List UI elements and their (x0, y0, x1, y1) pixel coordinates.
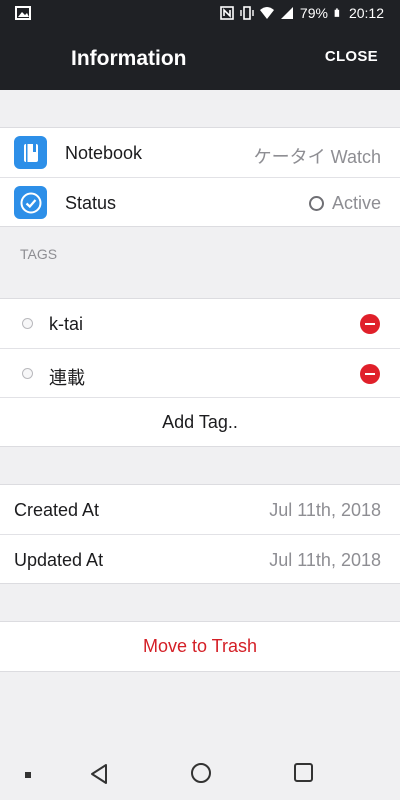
radio-icon (308, 196, 324, 211)
created-at-row: Created At Jul 11th, 2018 (0, 485, 400, 534)
trash-group: Move to Trash (0, 621, 400, 672)
app-bar: Information CLOSE (0, 28, 400, 90)
clock: 20:12 (348, 5, 384, 21)
status-row[interactable]: Status Active (0, 177, 400, 226)
info-group: Notebook ケータイ Watch Status Active (0, 127, 400, 227)
updated-at-value: Jul 11th, 2018 (269, 550, 381, 570)
status-label: Status (65, 193, 117, 213)
notebook-label: Notebook (65, 143, 143, 163)
battery-icon (334, 8, 340, 17)
tags-header: TAGS (20, 246, 58, 262)
page-title: Information (71, 47, 187, 70)
bullet-icon (22, 368, 33, 379)
move-to-trash-button[interactable]: Move to Trash (0, 622, 400, 671)
dates-group: Created At Jul 11th, 2018 Updated At Jul… (0, 484, 400, 584)
nfc-icon (220, 6, 234, 20)
battery-percent: 79% (299, 5, 328, 21)
tag-row[interactable]: k-tai (0, 299, 400, 348)
status-value-text: Active (331, 193, 381, 213)
tag-row[interactable]: 連載 (0, 348, 400, 397)
navigation-bar (0, 748, 400, 800)
status-value[interactable]: Active (308, 193, 381, 214)
wifi-icon (259, 7, 274, 19)
vibrate-icon (240, 6, 254, 20)
created-at-label: Created At (14, 500, 100, 520)
tag-label: 連載 (49, 368, 85, 388)
checkmark-icon (14, 186, 47, 219)
tags-group: k-tai 連載 Add Tag.. (0, 298, 400, 447)
notebook-value: ケータイ Watch (253, 147, 381, 167)
notebook-row[interactable]: Notebook ケータイ Watch (0, 128, 400, 177)
back-icon[interactable] (89, 763, 109, 785)
created-at-value: Jul 11th, 2018 (269, 500, 381, 520)
close-button[interactable]: CLOSE (325, 48, 378, 65)
bullet-icon (22, 318, 33, 329)
recent-apps-icon[interactable] (294, 763, 313, 782)
image-icon (15, 6, 31, 20)
tag-label: k-tai (49, 314, 84, 334)
remove-tag-icon[interactable] (360, 364, 380, 384)
remove-tag-icon[interactable] (360, 314, 380, 334)
updated-at-row: Updated At Jul 11th, 2018 (0, 534, 400, 583)
home-icon[interactable] (191, 763, 211, 783)
signal-icon (280, 7, 293, 19)
notebook-icon (14, 136, 47, 169)
status-bar: 79% 20:12 (0, 0, 400, 28)
status-icons: 79% 20:12 (220, 5, 384, 21)
updated-at-label: Updated At (14, 550, 104, 570)
add-tag-button[interactable]: Add Tag.. (0, 397, 400, 446)
nav-dot-icon[interactable] (25, 772, 31, 778)
